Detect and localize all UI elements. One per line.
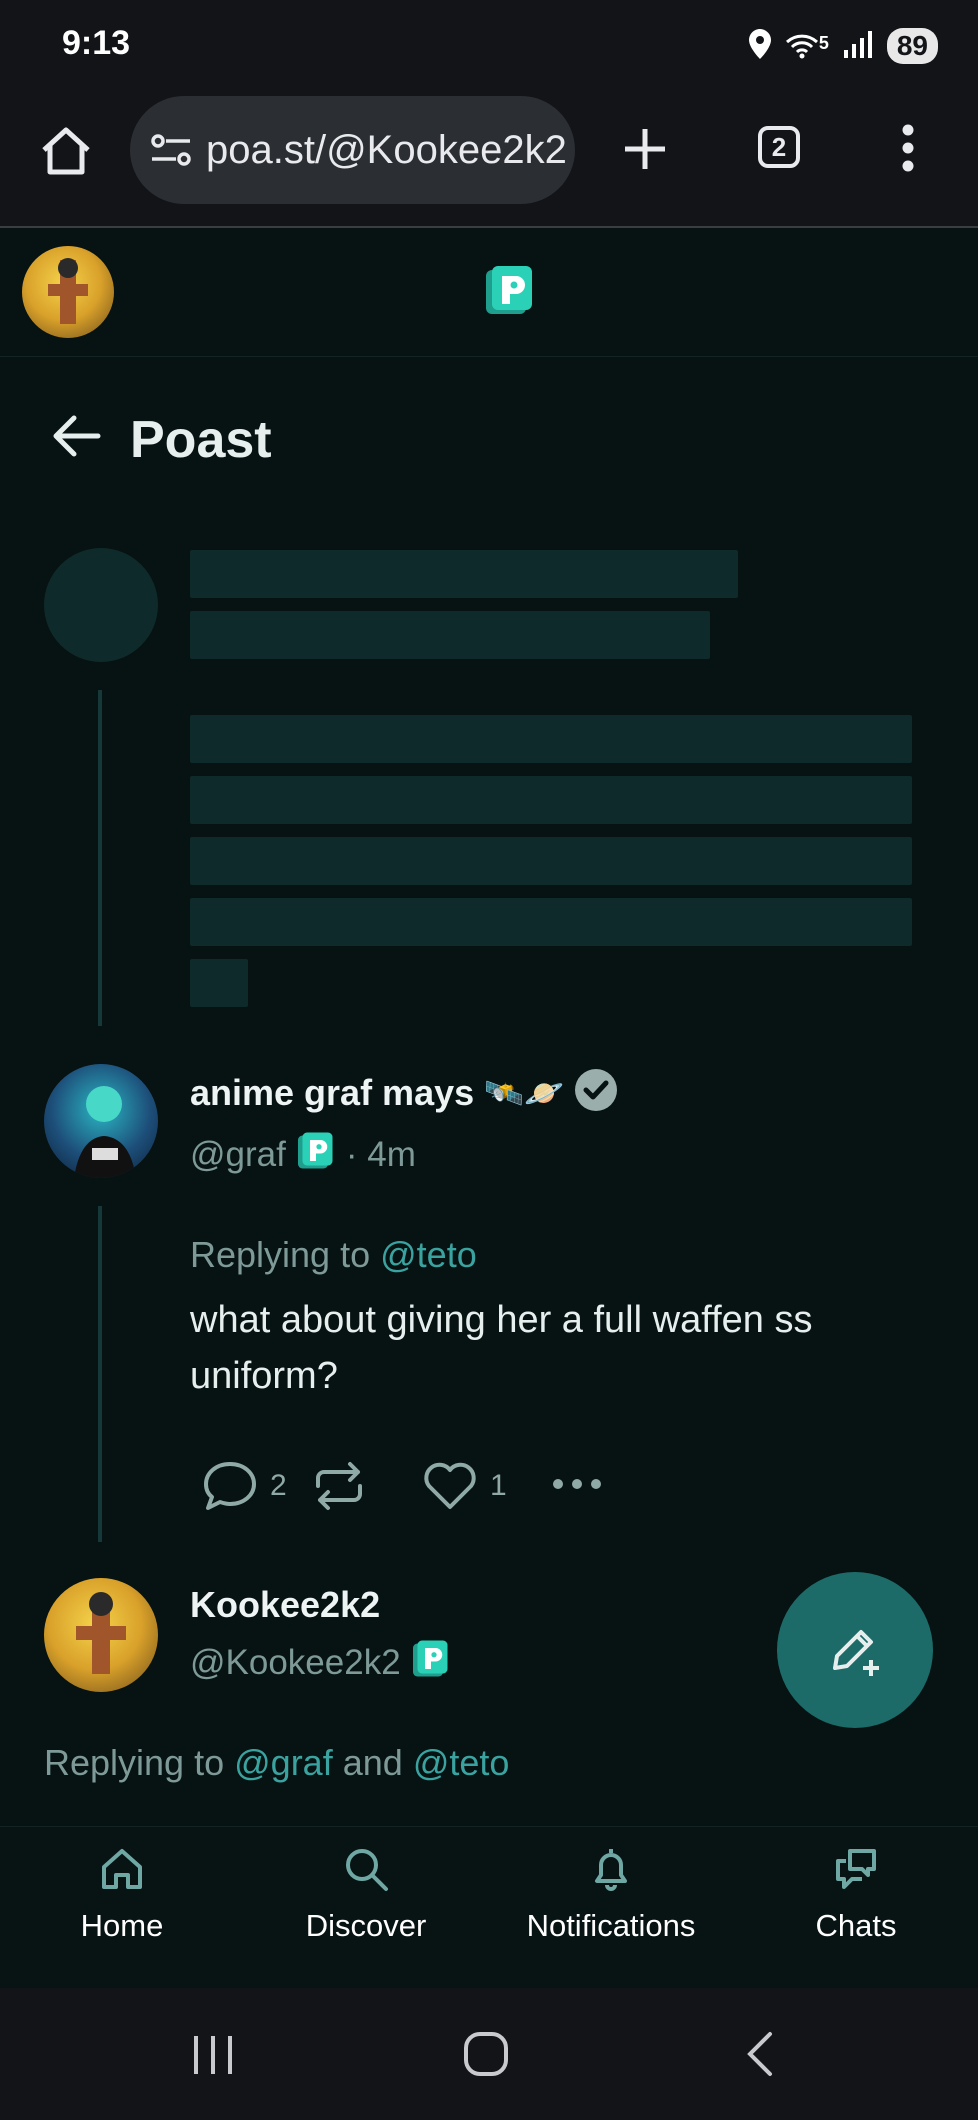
post-time[interactable]: · 4m <box>346 1135 416 1175</box>
account-avatar[interactable] <box>22 246 114 338</box>
author-name-emoji: 🛰️🪐 <box>484 1074 564 1111</box>
recents-button[interactable] <box>190 2032 236 2083</box>
nav-chats-label: Chats <box>815 1908 897 1943</box>
browser-menu-button[interactable] <box>900 124 916 177</box>
reply-prefix: Replying to <box>190 1234 371 1275</box>
nav-discover-label: Discover <box>305 1908 427 1943</box>
post-author-row: anime graf mays 🛰️🪐 <box>190 1068 618 1117</box>
more-options-icon[interactable] <box>552 1477 602 1495</box>
status-bar: 9:13 5 89 <box>0 0 978 92</box>
back-button[interactable] <box>50 414 102 463</box>
app-header <box>0 228 978 357</box>
post-avatar[interactable] <box>44 1064 158 1178</box>
skeleton-line <box>190 776 912 824</box>
tab-switcher-button[interactable]: 2 <box>758 126 800 168</box>
recents-icon <box>194 2036 232 2074</box>
poast-instance-icon <box>412 1640 449 1685</box>
page-title: Poast <box>130 411 272 469</box>
system-navigation-bar <box>0 1988 978 2120</box>
poast-logo-icon[interactable] <box>486 266 534 323</box>
skeleton-line <box>190 959 248 1007</box>
author-display-name[interactable]: Kookee2k2 <box>190 1584 380 1626</box>
address-bar[interactable]: poa.st/@Kookee2k2 <box>130 96 575 204</box>
wifi-label: 5 <box>818 33 829 53</box>
post-meta-row: @graf · 4m <box>190 1132 416 1177</box>
reply-mention-teto[interactable]: @teto <box>380 1234 477 1275</box>
like-button[interactable]: 1 <box>422 1461 552 1511</box>
like-count: 1 <box>490 1469 507 1502</box>
skeleton-line <box>190 898 912 946</box>
compose-pencil-icon <box>833 1630 879 1676</box>
thread-line <box>98 690 102 1026</box>
reply-mention-graf[interactable]: @graf <box>234 1742 333 1783</box>
new-tab-button[interactable] <box>622 126 668 177</box>
url-text[interactable]: poa.st/@Kookee2k2 <box>206 128 567 173</box>
poast-instance-icon <box>297 1132 334 1177</box>
chat-icon <box>836 1849 876 1889</box>
site-settings-icon[interactable] <box>150 132 192 168</box>
author-display-name[interactable]: anime graf mays <box>190 1072 474 1114</box>
thread-line <box>98 1206 102 1542</box>
skeleton-line <box>190 550 738 598</box>
skeleton-avatar <box>44 548 158 662</box>
reply-button[interactable]: 2 <box>202 1460 312 1512</box>
reply-mention-teto[interactable]: @teto <box>413 1742 510 1783</box>
home-icon <box>102 1849 142 1889</box>
nav-notifications-label: Notifications <box>526 1908 696 1943</box>
bell-icon <box>595 1849 627 1891</box>
author-handle[interactable]: @Kookee2k2 <box>190 1643 401 1683</box>
nav-notifications[interactable]: Notifications <box>491 1845 731 1944</box>
nav-discover[interactable]: Discover <box>246 1845 486 1944</box>
browser-toolbar: poa.st/@Kookee2k2 2 <box>0 92 978 228</box>
skeleton-line <box>190 611 710 659</box>
reply-count: 2 <box>270 1469 287 1502</box>
reply-joiner: and <box>342 1742 403 1783</box>
battery-indicator: 89 <box>886 28 938 64</box>
verified-badge-icon <box>574 1068 618 1117</box>
status-icons: 5 89 <box>748 26 938 66</box>
compose-button[interactable] <box>777 1572 933 1728</box>
wifi-icon: 5 <box>785 33 829 59</box>
bottom-navigation: Home Discover Notifications Chats <box>0 1826 978 1989</box>
home-button[interactable] <box>40 126 92 181</box>
nav-home[interactable]: Home <box>2 1845 242 1944</box>
post-actions: 2 1 <box>190 1460 602 1512</box>
repost-button[interactable] <box>312 1460 422 1512</box>
back-system-button[interactable] <box>744 2030 774 2083</box>
status-time: 9:13 <box>62 24 131 62</box>
nav-home-label: Home <box>80 1908 164 1943</box>
signal-icon <box>843 30 873 63</box>
reply-prefix: Replying to <box>44 1742 225 1783</box>
post-body: what about giving her a full waffen ss u… <box>190 1299 813 1397</box>
search-icon <box>346 1849 388 1891</box>
back-chevron-icon <box>747 2032 772 2076</box>
skeleton-line <box>190 837 912 885</box>
post-meta-row: @Kookee2k2 <box>190 1640 449 1685</box>
author-handle[interactable]: @graf <box>190 1135 286 1175</box>
reply-context: Replying to @graf and @teto <box>44 1742 509 1784</box>
reply-context: Replying to @teto <box>190 1234 477 1276</box>
post-avatar[interactable] <box>44 1578 158 1692</box>
skeleton-line <box>190 715 912 763</box>
home-circle-icon <box>464 2032 508 2076</box>
home-system-button[interactable] <box>462 2030 510 2083</box>
nav-chats[interactable]: Chats <box>736 1845 976 1944</box>
location-icon <box>748 28 771 64</box>
